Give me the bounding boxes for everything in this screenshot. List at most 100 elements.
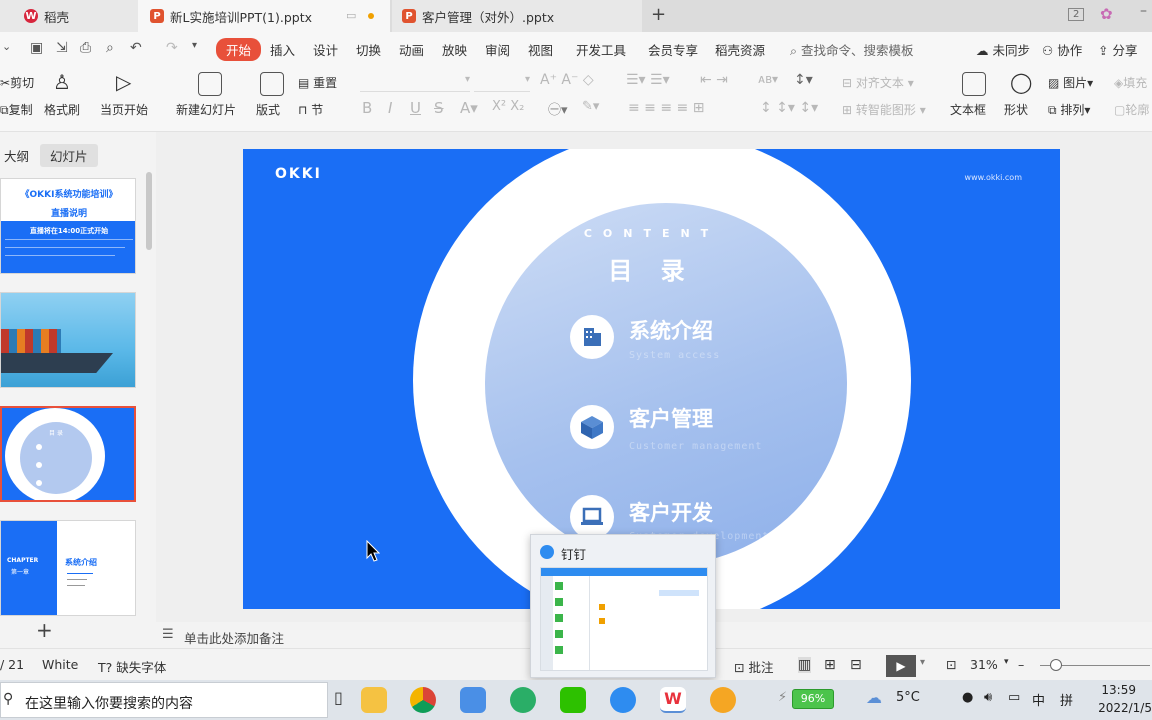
slide-thumbnail-3[interactable]: 目 录 (0, 406, 136, 502)
save-icon[interactable]: ▣ (30, 40, 43, 56)
play-options-icon[interactable]: ▾ (920, 657, 925, 668)
menu-member[interactable]: 会员专享 (648, 40, 698, 59)
shape-button[interactable]: 形状 (1004, 101, 1028, 118)
increase-font-icon[interactable]: A⁺ A⁻ ◇ (540, 72, 594, 88)
ime-mode[interactable]: 拼 (1060, 690, 1073, 709)
menu-design[interactable]: 设计 (313, 40, 338, 59)
ime-language[interactable]: 中 (1032, 690, 1045, 709)
font-family-select[interactable]: ▾ (360, 74, 470, 92)
clock-time[interactable]: 13:59 (1101, 683, 1136, 697)
float-window-icon[interactable]: ▭ (346, 9, 356, 22)
avatar[interactable]: ✿ (1100, 5, 1113, 23)
window-count-badge[interactable]: 2 (1068, 8, 1085, 21)
slide-thumbnail-2[interactable] (0, 292, 136, 388)
zoom-slider-handle[interactable] (1050, 659, 1062, 671)
tab-home[interactable]: W 稻壳 (0, 0, 138, 32)
taskbar-search[interactable]: ⚲ 在这里输入你要搜索的内容 (0, 682, 328, 718)
bullets-icon[interactable]: ☰▾ ☰▾ (626, 72, 670, 88)
weather-icon[interactable]: ☁ (866, 688, 882, 707)
print-icon[interactable]: ⎙ (80, 40, 91, 56)
zoom-out-icon[interactable]: – (1018, 657, 1024, 672)
dingtalk-preview[interactable]: 钉钉 (530, 534, 716, 678)
clock-date[interactable]: 2022/1/5 (1098, 701, 1152, 715)
textbox-button[interactable]: 文本框 (950, 101, 986, 118)
font-color-icon[interactable]: A▾ (460, 99, 478, 117)
arrange-button[interactable]: ⧉ 排列▾ (1048, 101, 1090, 118)
dingtalk-icon[interactable] (610, 687, 636, 713)
layout-button[interactable]: 版式 (256, 101, 280, 118)
paragraph-spacing-icon[interactable]: ↕ ↕▾ ↕▾ (760, 100, 818, 116)
font-size-select[interactable]: ▾ (474, 74, 530, 92)
new-tab-icon[interactable]: + (651, 4, 666, 25)
slide-thumbnail-1[interactable]: 《OKKI系统功能培训》 直播说明 直播将在14:00正式开始 (0, 178, 136, 274)
menu-developer[interactable]: 开发工具 (576, 40, 626, 59)
maps-icon[interactable] (460, 687, 486, 713)
chrome-icon[interactable] (410, 687, 436, 713)
redo-icon[interactable]: ↷ (166, 40, 178, 56)
sorter-view-icon[interactable]: ⊞ (824, 657, 836, 673)
play-from-current-button[interactable]: 当页开始 (100, 101, 148, 118)
tab-second-document[interactable]: P 客户管理（对外）.pptx (392, 0, 642, 32)
customize-icon[interactable]: ▾ (192, 40, 197, 51)
new-slide-button[interactable]: 新建幻灯片 (176, 101, 236, 118)
chevron-down-icon[interactable]: ⌄ (2, 40, 11, 53)
menu-home[interactable]: 开始 (216, 38, 262, 61)
smartart-button[interactable]: ⊞ 转智能图形 ▾ (842, 101, 926, 118)
menu-insert[interactable]: 插入 (270, 40, 295, 59)
battery-indicator[interactable]: 96% (792, 689, 834, 709)
undo-icon[interactable]: ↶ (130, 40, 142, 56)
strikethrough-icon[interactable]: S (434, 99, 444, 117)
share-button[interactable]: ⇪ 分享 (1098, 40, 1137, 59)
underline-icon[interactable]: U (410, 99, 421, 117)
collab-button[interactable]: ⚇ 协作 (1042, 40, 1082, 59)
highlight-icon[interactable]: ✎▾ (582, 99, 599, 114)
slides-scrollbar[interactable] (146, 172, 152, 250)
wps-icon[interactable]: W (660, 687, 686, 713)
menu-docer-resources[interactable]: 稻壳资源 (715, 40, 765, 59)
superscript-icon[interactable]: X² X₂ (492, 99, 524, 114)
file-explorer-icon[interactable] (361, 687, 387, 713)
missing-font-button[interactable]: T? 缺失字体 (98, 657, 166, 676)
zoom-level[interactable]: 31% (970, 657, 998, 672)
copy-button[interactable]: ⧉复制 (0, 101, 33, 118)
menu-review[interactable]: 审阅 (485, 40, 510, 59)
text-effect-icon[interactable]: ㊀▾ (548, 99, 568, 118)
wechat-icon[interactable] (560, 687, 586, 713)
add-slide-button[interactable]: + (36, 618, 53, 642)
section-button[interactable]: ⊓ 节 (298, 101, 323, 118)
cut-button[interactable]: ✂剪切 (0, 74, 34, 91)
menu-animation[interactable]: 动画 (399, 40, 424, 59)
weather-temp[interactable]: 5°C (896, 690, 920, 705)
fit-window-icon[interactable]: ⊡ (946, 657, 956, 672)
outline-button[interactable]: ▢轮廓 (1114, 101, 1149, 118)
menu-slideshow[interactable]: 放映 (442, 40, 467, 59)
text-direction-icon[interactable]: ᴀʙ▾ (758, 72, 778, 86)
zoom-dropdown-icon[interactable]: ▾ (1004, 657, 1009, 667)
fill-button[interactable]: ◈填充 (1114, 74, 1147, 91)
line-spacing-icon[interactable]: ↕▾ (794, 72, 813, 88)
tab-outline[interactable]: 大纲 (0, 144, 39, 167)
wechat-work-icon[interactable] (510, 687, 536, 713)
slide-thumbnail-4[interactable]: CHAPTER 第一章 系统介绍 (0, 520, 136, 616)
microphone-icon[interactable]: ● (962, 690, 973, 705)
format-painter-button[interactable]: 格式刷 (44, 101, 80, 118)
reset-button[interactable]: ▤ 重置 (298, 74, 337, 91)
comment-button[interactable]: ⊡ 批注 (734, 657, 773, 676)
command-search[interactable]: ⌕ 查找命令、搜索模板 (790, 40, 914, 59)
picture-button[interactable]: ▨ 图片▾ (1048, 74, 1093, 91)
tab-active-document[interactable]: P 新L实施培训PPT(1).pptx ▭ (138, 0, 390, 32)
tab-slides[interactable]: 幻灯片 (40, 144, 98, 167)
align-text-button[interactable]: ⊟ 对齐文本 ▾ (842, 74, 914, 91)
menu-transition[interactable]: 切换 (356, 40, 381, 59)
export-icon[interactable]: ⇲ (56, 40, 68, 56)
print-preview-icon[interactable]: ⌕ (106, 40, 114, 56)
bold-icon[interactable]: B (362, 99, 372, 117)
play-slideshow-icon[interactable]: ▶ (886, 655, 916, 677)
unsynced-button[interactable]: ☁ 未同步 (976, 40, 1030, 59)
display-icon[interactable]: ▭ (1008, 690, 1020, 705)
indent-icon[interactable]: ⇤ ⇥ (700, 72, 728, 88)
task-view-icon[interactable]: ▯ (334, 688, 343, 707)
menu-view[interactable]: 视图 (528, 40, 553, 59)
app-icon[interactable] (710, 687, 736, 713)
minimize-icon[interactable]: – (1140, 3, 1147, 19)
